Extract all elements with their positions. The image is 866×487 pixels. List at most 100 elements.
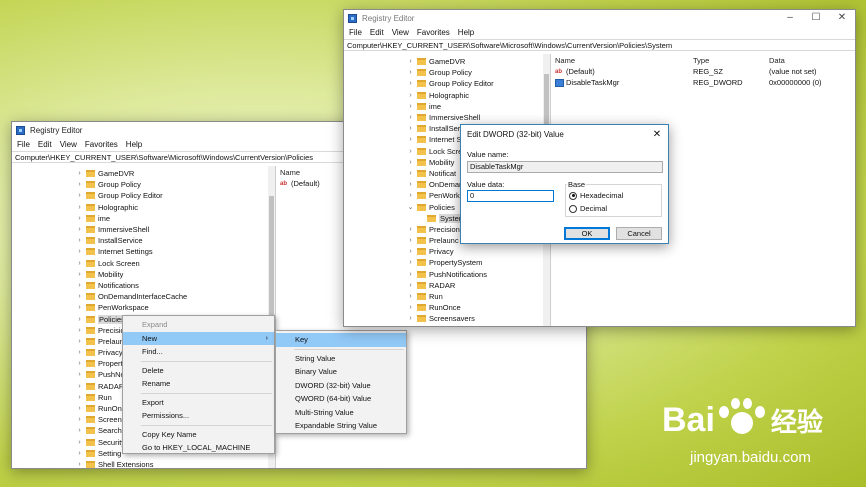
menu-file[interactable]: File [347,28,368,37]
menu-file[interactable]: File [15,140,36,149]
chevron-right-icon[interactable]: › [406,237,415,244]
chevron-right-icon[interactable]: › [406,125,415,132]
chevron-right-icon[interactable]: › [75,204,84,211]
value-row[interactable]: DisableTaskMgr REG_DWORD 0x00000000 (0) [551,77,855,88]
menu-help[interactable]: Help [456,28,480,37]
chevron-right-icon[interactable]: › [406,159,415,166]
chevron-right-icon[interactable]: › [406,170,415,177]
tree-item[interactable]: › RunOnce [406,302,550,313]
chevron-right-icon[interactable]: › [75,450,84,457]
tree-item[interactable]: › Group Policy Editor [406,78,550,89]
chevron-right-icon[interactable]: › [406,304,415,311]
chevron-right-icon[interactable]: › [75,394,84,401]
chevron-right-icon[interactable]: › [406,271,415,278]
submenu-expandable-string-value[interactable]: Expandable String Value [276,419,406,433]
tree-item[interactable]: › Screensavers [406,313,550,324]
chevron-right-icon[interactable]: › [406,248,415,255]
tree-item[interactable]: › Group Policy [75,179,275,190]
chevron-right-icon[interactable]: › [406,114,415,121]
menu-favorites[interactable]: Favorites [83,140,124,149]
tree-item[interactable]: › GameDVR [75,168,275,179]
tree-item[interactable]: › GameDVR [406,56,550,67]
minimize-icon[interactable]: – [777,10,803,26]
tree-item[interactable]: › Run [406,291,550,302]
menu-favorites[interactable]: Favorites [415,28,456,37]
chevron-right-icon[interactable]: › [406,92,415,99]
tree-item[interactable]: › PushNotifications [406,269,550,280]
tree-item[interactable]: › ImmersiveShell [406,112,550,123]
chevron-right-icon[interactable]: › [406,282,415,289]
chevron-right-icon[interactable]: › [406,293,415,300]
submenu-key[interactable]: Key [276,333,406,347]
menu-goto-hklm[interactable]: Go to HKEY_LOCAL_MACHINE [123,441,274,455]
maximize-icon[interactable]: ☐ [803,10,829,26]
chevron-right-icon[interactable]: › [75,237,84,244]
menu-new[interactable]: New › [123,331,274,345]
tree-item[interactable]: › ime [406,101,550,112]
chevron-right-icon[interactable]: › [406,181,415,188]
tree-item[interactable]: › Holographic [406,90,550,101]
tree-item[interactable]: › Holographic [75,202,275,213]
tree-item[interactable]: › ImmersiveShell [75,224,275,235]
cancel-button[interactable]: Cancel [616,227,662,240]
ok-button[interactable]: OK [564,227,610,240]
menu-delete[interactable]: Delete [123,364,274,378]
front-address-bar[interactable]: Computer\HKEY_CURRENT_USER\Software\Micr… [344,39,855,51]
menu-copy-key-name[interactable]: Copy Key Name [123,428,274,442]
chevron-right-icon[interactable]: › [406,69,415,76]
chevron-right-icon[interactable]: › [406,136,415,143]
submenu-binary-value[interactable]: Binary Value [276,365,406,379]
chevron-right-icon[interactable]: › [75,215,84,222]
chevron-right-icon[interactable]: › [75,371,84,378]
tree-item[interactable]: › PenWorkspace [75,302,275,313]
chevron-right-icon[interactable]: › [406,226,415,233]
chevron-right-icon[interactable]: › [75,260,84,267]
type-column-header[interactable]: Type [693,56,769,65]
chevron-right-icon[interactable]: › [406,103,415,110]
submenu-string-value[interactable]: String Value [276,352,406,366]
tree-item[interactable]: › Privacy [406,246,550,257]
value-row[interactable]: ab (Default) REG_SZ (value not set) [551,66,855,77]
chevron-right-icon[interactable]: › [75,282,84,289]
tree-item[interactable]: › Mobility [75,269,275,280]
submenu-qword-value[interactable]: QWORD (64-bit) Value [276,392,406,406]
value-name-field[interactable]: DisableTaskMgr [467,161,663,173]
chevron-right-icon[interactable]: › [75,338,84,345]
tree-item[interactable]: › ime [75,213,275,224]
chevron-right-icon[interactable]: › [75,405,84,412]
submenu-dword-value[interactable]: DWORD (32-bit) Value [276,379,406,393]
menu-export[interactable]: Export [123,396,274,410]
chevron-right-icon[interactable]: › [75,383,84,390]
chevron-right-icon[interactable]: › [75,461,84,468]
chevron-right-icon[interactable]: › [406,148,415,155]
chevron-right-icon[interactable]: › [75,181,84,188]
chevron-right-icon[interactable]: › [75,349,84,356]
tree-item[interactable]: › OnDemandInterfaceCache [75,291,275,302]
close-icon[interactable]: ✕ [829,10,855,26]
decimal-radio[interactable]: Decimal [569,204,607,213]
chevron-right-icon[interactable]: › [75,226,84,233]
tree-item[interactable]: › Internet Settings [75,246,275,257]
menu-expand[interactable]: Expand [123,318,274,332]
hexadecimal-radio[interactable]: Hexadecimal [569,191,623,200]
chevron-right-icon[interactable]: › [75,293,84,300]
menu-find[interactable]: Find... [123,345,274,359]
menu-view[interactable]: View [58,140,83,149]
menu-help[interactable]: Help [124,140,148,149]
name-column-header[interactable]: Name [555,56,693,65]
chevron-right-icon[interactable]: › [75,316,84,323]
tree-item[interactable]: › Lock Screen [75,258,275,269]
tree-item[interactable]: › Group Policy [406,67,550,78]
value-data-input[interactable]: 0 [467,190,554,202]
menu-rename[interactable]: Rename [123,377,274,391]
chevron-right-icon[interactable]: › [406,80,415,87]
chevron-right-icon[interactable]: › [75,192,84,199]
chevron-right-icon[interactable]: › [406,58,415,65]
chevron-right-icon[interactable]: › [406,259,415,266]
tree-item[interactable]: › InstallService [75,235,275,246]
menu-view[interactable]: View [390,28,415,37]
chevron-down-icon[interactable]: ⌄ [406,203,415,211]
tree-item[interactable]: › Shell Extensions [75,459,275,468]
menu-permissions[interactable]: Permissions... [123,409,274,423]
tree-item[interactable]: › Group Policy Editor [75,190,275,201]
